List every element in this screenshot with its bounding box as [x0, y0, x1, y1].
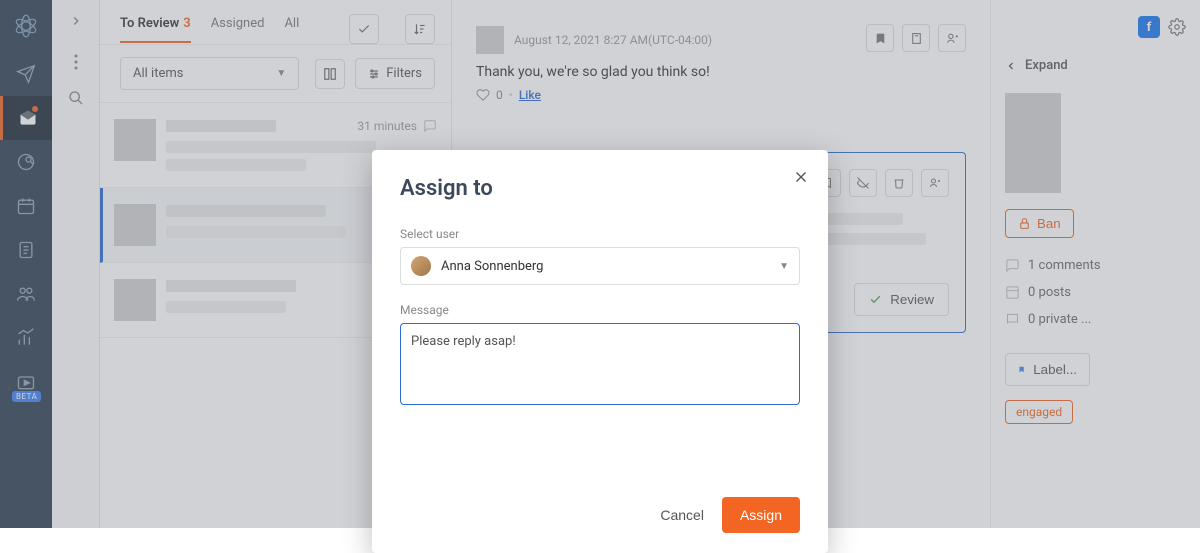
modal-overlay[interactable]: Assign to Select user Anna Sonnenberg ▼ …: [0, 0, 1200, 528]
user-avatar: [411, 256, 431, 276]
chevron-down-icon: ▼: [779, 261, 789, 272]
close-icon[interactable]: [792, 168, 810, 186]
assign-modal: Assign to Select user Anna Sonnenberg ▼ …: [372, 150, 828, 553]
user-select[interactable]: Anna Sonnenberg ▼: [400, 247, 800, 285]
select-user-label: Select user: [400, 227, 800, 241]
message-input[interactable]: [400, 323, 800, 405]
cancel-button[interactable]: Cancel: [656, 499, 708, 531]
modal-title: Assign to: [400, 176, 800, 201]
message-label: Message: [400, 303, 800, 317]
selected-user-name: Anna Sonnenberg: [441, 259, 543, 274]
